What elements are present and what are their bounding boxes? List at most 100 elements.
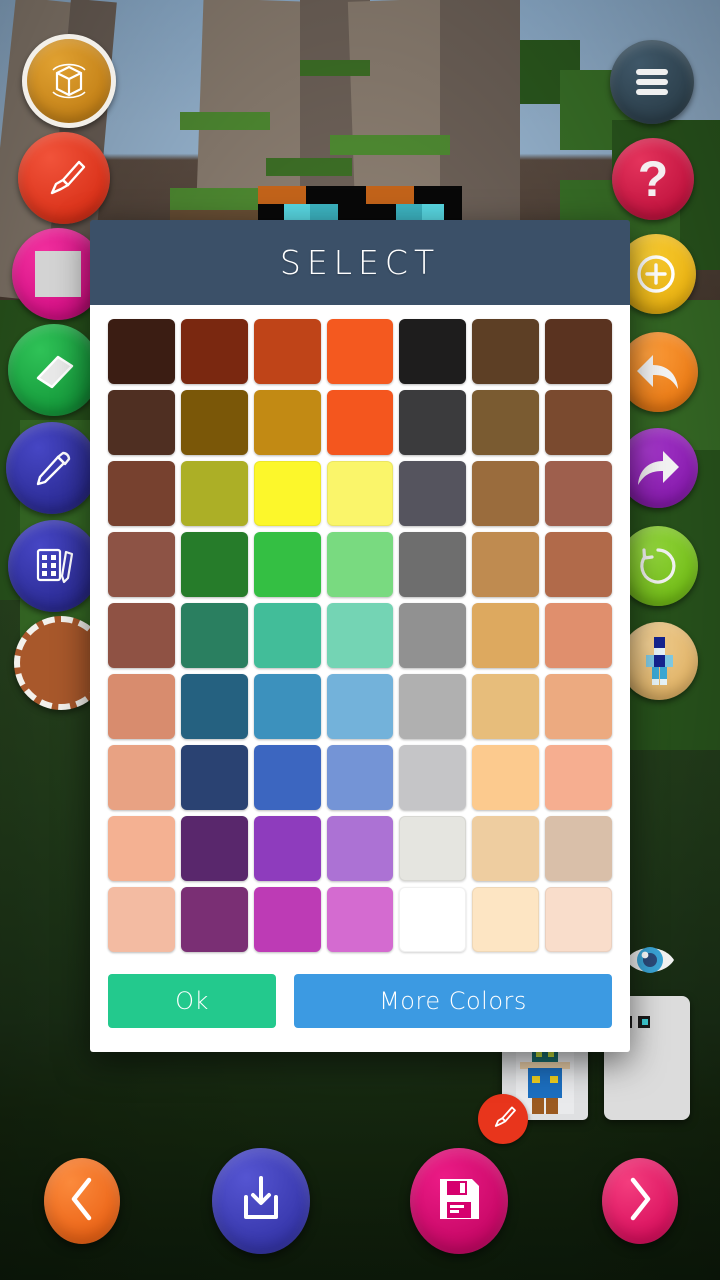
color-swatch[interactable] [326,745,394,810]
color-swatch[interactable] [108,603,175,668]
color-swatch[interactable] [180,461,248,526]
next-button[interactable] [602,1158,678,1244]
color-swatch[interactable] [472,461,540,526]
download-box-icon [234,1172,288,1231]
color-swatch[interactable] [472,390,540,455]
dialog-title: SELECT [279,243,441,282]
brush-badge-button[interactable] [478,1094,528,1144]
undo-button[interactable] [618,332,698,412]
color-swatch[interactable] [253,461,321,526]
color-swatch[interactable] [108,461,175,526]
color-swatch[interactable] [399,887,467,952]
refresh-circle-icon [632,540,684,592]
color-swatch[interactable] [180,390,248,455]
save-button[interactable] [410,1148,508,1254]
color-swatch[interactable] [472,674,540,739]
more-colors-button[interactable]: More Colors [294,974,612,1028]
color-swatch[interactable] [253,674,321,739]
color-swatch[interactable] [326,816,394,881]
sidebar-item-eyedropper-tool[interactable] [6,422,98,514]
color-swatch[interactable] [326,603,394,668]
skin-preview-button[interactable] [620,622,698,700]
help-button[interactable]: ? [612,138,694,220]
color-swatch[interactable] [399,319,467,384]
color-swatch[interactable] [326,532,394,597]
color-swatch[interactable] [326,390,394,455]
previous-button[interactable] [44,1158,120,1244]
sidebar-item-brush-tool[interactable] [18,132,110,224]
sidebar-item-eraser-tool[interactable] [8,324,100,416]
eyedropper-icon [27,443,77,493]
color-select-dialog: SELECT Ok More Colors [90,220,630,1052]
color-swatch[interactable] [180,674,248,739]
color-swatch[interactable] [326,461,394,526]
color-swatch[interactable] [180,319,248,384]
fill-square-icon [35,251,81,297]
floppy-disk-icon [432,1172,486,1231]
dialog-header: SELECT [90,220,630,305]
color-swatch[interactable] [108,674,175,739]
color-swatch[interactable] [180,532,248,597]
color-swatch[interactable] [108,887,175,952]
color-swatch[interactable] [326,674,394,739]
color-swatch[interactable] [399,532,467,597]
color-swatch[interactable] [472,319,540,384]
paintbrush-icon [39,153,89,203]
undo-arrow-icon [633,349,683,395]
stamp-pattern-icon [28,540,80,592]
color-swatch[interactable] [399,816,467,881]
color-swatch[interactable] [545,674,612,739]
color-swatch[interactable] [253,887,321,952]
ok-button[interactable]: Ok [108,974,276,1028]
dialog-actions: Ok More Colors [90,952,630,1052]
color-swatch[interactable] [326,319,394,384]
color-swatch[interactable] [545,390,612,455]
color-swatch[interactable] [326,887,394,952]
skin-figure-icon [644,637,674,685]
reset-button[interactable] [618,526,698,606]
color-swatch[interactable] [545,461,612,526]
color-swatch[interactable] [545,887,612,952]
sidebar-item-rotate-model-tool[interactable] [22,34,116,128]
color-swatch[interactable] [399,390,467,455]
color-swatch[interactable] [472,816,540,881]
color-swatch[interactable] [545,745,612,810]
color-swatch[interactable] [180,603,248,668]
visibility-toggle[interactable] [624,938,676,982]
dialog-body [90,305,630,952]
color-palette-grid[interactable] [108,319,612,952]
color-swatch[interactable] [253,390,321,455]
color-swatch[interactable] [253,319,321,384]
color-swatch[interactable] [399,745,467,810]
color-swatch[interactable] [108,745,175,810]
chevron-right-icon [623,1175,657,1228]
color-swatch[interactable] [545,532,612,597]
color-swatch[interactable] [472,745,540,810]
color-swatch[interactable] [399,461,467,526]
color-swatch[interactable] [253,532,321,597]
eraser-icon [28,344,80,396]
color-swatch[interactable] [545,319,612,384]
color-swatch[interactable] [180,745,248,810]
redo-button[interactable] [618,428,698,508]
color-swatch[interactable] [108,816,175,881]
color-swatch[interactable] [545,816,612,881]
hamburger-menu-icon [630,64,674,100]
color-swatch[interactable] [399,674,467,739]
color-swatch[interactable] [108,390,175,455]
color-swatch[interactable] [108,532,175,597]
color-swatch[interactable] [180,887,248,952]
import-button[interactable] [212,1148,310,1254]
color-swatch[interactable] [180,816,248,881]
color-swatch[interactable] [472,887,540,952]
sidebar-item-pattern-tool[interactable] [8,520,100,612]
color-swatch[interactable] [472,603,540,668]
color-swatch[interactable] [108,319,175,384]
color-swatch[interactable] [253,745,321,810]
menu-button[interactable] [610,40,694,124]
color-swatch[interactable] [253,603,321,668]
color-swatch[interactable] [545,603,612,668]
color-swatch[interactable] [253,816,321,881]
color-swatch[interactable] [399,603,467,668]
color-swatch[interactable] [472,532,540,597]
